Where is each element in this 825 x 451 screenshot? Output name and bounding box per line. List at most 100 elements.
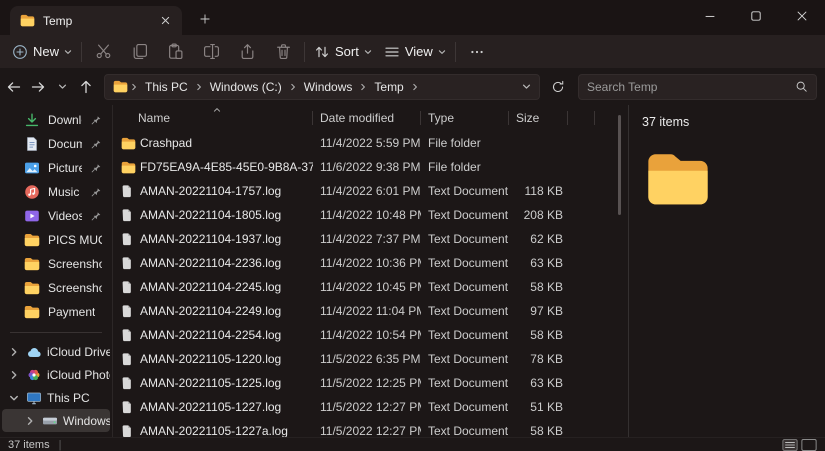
file-name: AMAN-20221104-1937.log [140,232,313,246]
folder-icon [24,256,40,272]
file-row-aman-20221104-1757-log[interactable]: AMAN-20221104-1757.log11/4/2022 6:01 PMT… [113,179,628,203]
file-size: 58 KB [509,328,568,342]
file-row-fd75ea9a-4e85-45e0-9b8a-3700d71f1[interactable]: FD75EA9A-4E85-45E0-9B8A-3700D71F1...11/6… [113,155,628,179]
close-button[interactable] [779,0,825,31]
sidebar-item-icloud-drive[interactable]: iCloud Drive [2,340,110,363]
up-button[interactable] [74,75,98,99]
sort-ascending-icon [213,106,221,114]
sidebar-item-windows-c[interactable]: Windows (C:) [2,409,110,432]
file-type: Text Document [421,304,509,318]
sidebar-item-icloud-photos[interactable]: iCloud Photos [2,363,110,386]
file-list-rows: Crashpad11/4/2022 5:59 PMFile folderFD75… [113,131,628,437]
file-row-aman-20221104-2249-log[interactable]: AMAN-20221104-2249.log11/4/2022 11:04 PM… [113,299,628,323]
search-input[interactable] [587,80,789,94]
file-row-aman-20221105-1227a-log[interactable]: AMAN-20221105-1227a.log11/5/2022 12:27 P… [113,419,628,437]
refresh-button[interactable] [545,74,571,100]
file-row-aman-20221104-2245-log[interactable]: AMAN-20221104-2245.log11/4/2022 10:45 PM… [113,275,628,299]
file-row-aman-20221105-1227-log[interactable]: AMAN-20221105-1227.log11/5/2022 12:27 PM… [113,395,628,419]
file-row-aman-20221105-1220-log[interactable]: AMAN-20221105-1220.log11/5/2022 6:35 PMT… [113,347,628,371]
sidebar-item-documents[interactable]: Documents [2,132,110,156]
sidebar-item-downloads[interactable]: Downloads [2,108,110,132]
forward-button[interactable] [26,75,50,99]
sidebar-item-this-pc[interactable]: This PC [2,386,110,409]
preview-items-count: 37 items [642,115,825,129]
sort-button[interactable]: Sort [308,38,378,66]
delete-icon [275,43,292,60]
file-date-modified: 11/4/2022 10:36 PM [313,256,421,270]
chevron-right-icon[interactable] [195,83,203,91]
breadcrumb-item-windows[interactable]: Windows [299,80,358,94]
chevron-down-icon[interactable] [7,393,21,403]
sidebar-item-screenshots[interactable]: Screenshots [2,252,110,276]
sidebar-item-videos[interactable]: Videos [2,204,110,228]
new-button-label: New [33,44,59,59]
sidebar-item-pictures[interactable]: Pictures [2,156,110,180]
file-row-aman-20221104-2236-log[interactable]: AMAN-20221104-2236.log11/4/2022 10:36 PM… [113,251,628,275]
file-row-aman-20221104-1805-log[interactable]: AMAN-20221104-1805.log11/4/2022 10:48 PM… [113,203,628,227]
sidebar-item-label: iCloud Photos [47,368,110,382]
view-button[interactable]: View [378,38,452,66]
file-list-scrollbar[interactable] [618,115,621,215]
recent-locations-button[interactable] [50,75,74,99]
breadcrumb-item-windows-c[interactable]: Windows (C:) [205,80,287,94]
file-name: AMAN-20221104-2236.log [140,256,313,270]
chevron-right-icon[interactable] [23,416,37,426]
chevron-right-icon[interactable] [411,83,419,91]
sidebar-item-label: Windows (C:) [63,414,110,428]
sidebar-item-label: Screenshots [48,281,102,295]
tab-close-icon[interactable] [156,12,174,30]
chevron-right-icon[interactable] [130,83,138,91]
file-icon [121,185,132,198]
file-icon [121,329,132,342]
address-field[interactable]: This PC Windows (C:) Windows Temp [104,74,540,100]
delete-button[interactable] [265,38,301,66]
paste-button[interactable] [157,38,193,66]
search-icon [795,80,808,93]
sidebar-item-music[interactable]: Music [2,180,110,204]
sidebar-item-label: Pictures [48,161,82,175]
breadcrumb-item-temp[interactable]: Temp [369,80,408,94]
folder-icon [24,280,40,296]
up-icon [78,79,94,95]
cut-button[interactable] [85,38,121,66]
column-header-date-modified[interactable]: Date modified [313,105,421,131]
chevron-right-icon[interactable] [289,83,297,91]
sidebar-item-pics-muo[interactable]: PICS MUO [2,228,110,252]
downloads-icon [24,112,40,128]
tab-temp[interactable]: Temp [10,6,182,35]
back-button[interactable] [2,75,26,99]
file-icon [121,401,132,414]
copy-button[interactable] [121,38,157,66]
new-button[interactable]: New [6,38,78,66]
chevron-right-icon[interactable] [7,347,21,357]
chevron-right-icon[interactable] [7,370,21,380]
details-view-button[interactable] [782,439,798,451]
breadcrumb-item-this-pc[interactable]: This PC [140,80,193,94]
icloud-drive-icon [26,344,42,360]
rename-button[interactable] [193,38,229,66]
file-size: 63 KB [509,256,568,270]
content-view-button[interactable] [801,439,817,451]
new-tab-button[interactable] [192,6,218,32]
folder-icon [24,232,40,248]
file-size: 97 KB [509,304,568,318]
file-list: Name Date modified Type Size Crashpad11/… [113,105,628,437]
file-row-aman-20221105-1225-log[interactable]: AMAN-20221105-1225.log11/5/2022 12:25 PM… [113,371,628,395]
column-header-size[interactable]: Size [509,105,568,131]
maximize-button[interactable] [733,0,779,31]
folder-icon [20,14,35,27]
sidebar-item-screenshots[interactable]: Screenshots [2,276,110,300]
column-header-type[interactable]: Type [421,105,509,131]
chevron-right-icon[interactable] [359,83,367,91]
see-more-button[interactable] [459,38,495,66]
file-row-aman-20221104-1937-log[interactable]: AMAN-20221104-1937.log11/4/2022 7:37 PMT… [113,227,628,251]
share-button[interactable] [229,38,265,66]
column-header-spacer [568,105,595,131]
file-row-crashpad[interactable]: Crashpad11/4/2022 5:59 PMFile folder [113,131,628,155]
pin-icon [90,138,102,150]
file-row-aman-20221104-2254-log[interactable]: AMAN-20221104-2254.log11/4/2022 10:54 PM… [113,323,628,347]
sidebar-item-label: PICS MUO [48,233,102,247]
address-dropdown-chevron-icon[interactable] [522,82,531,91]
minimize-button[interactable] [687,0,733,31]
sidebar-item-payment[interactable]: Payment [2,300,110,324]
